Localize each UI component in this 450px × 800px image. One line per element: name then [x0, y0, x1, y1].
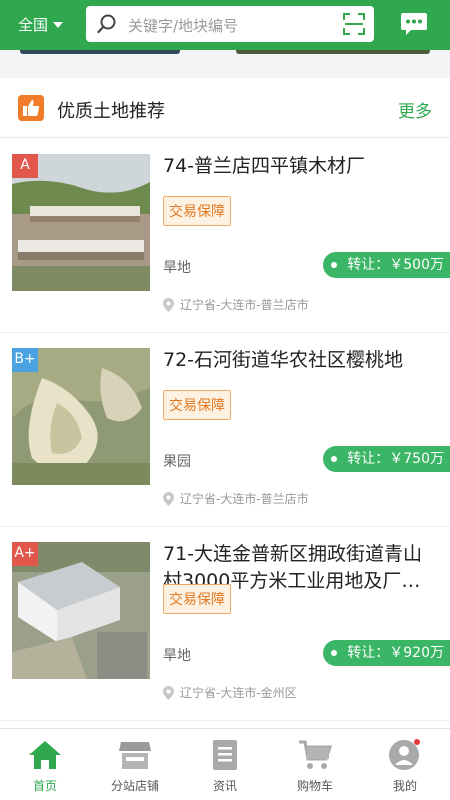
- price-tag: 转让：￥750万: [323, 446, 450, 472]
- price-tag: 转让：￥920万: [323, 640, 450, 666]
- price-tag: 转让：￥500万: [323, 252, 450, 278]
- listing-title[interactable]: 74-普兰店四平镇木材厂: [163, 153, 441, 180]
- tab-home[interactable]: 首页: [0, 737, 90, 794]
- listing-item[interactable]: A 74-普兰店四平镇木材厂 交易保障 旱地 转让：￥500万 辽宁省-大连市-…: [0, 139, 450, 333]
- grade-badge: B+: [12, 348, 38, 372]
- grade-badge: A: [12, 154, 38, 178]
- profile-icon: [389, 739, 420, 770]
- section-title: 优质土地推荐: [57, 101, 165, 122]
- news-icon: [213, 740, 237, 770]
- land-category: 旱地: [163, 648, 191, 664]
- listing-location: 辽宁省-大连市-普兰店市: [163, 490, 309, 507]
- location-text: 辽宁省-大连市-金州区: [180, 686, 297, 700]
- location-pin-icon: [163, 297, 174, 312]
- section-header: 优质土地推荐 更多: [0, 78, 450, 138]
- more-link[interactable]: 更多: [398, 97, 432, 122]
- banner-slide[interactable]: [236, 50, 430, 54]
- search-placeholder: 关键字/地块编号: [128, 17, 239, 35]
- trade-guarantee-badge: 交易保障: [163, 584, 231, 614]
- home-icon: [29, 741, 61, 769]
- bottom-tab-bar: 首页 分站店铺 资讯 购物车 我的: [0, 728, 450, 800]
- listing-item[interactable]: A+ 71-大连金普新区拥政街道青山村3000平方米工业用地及厂… 交易保障 旱…: [0, 527, 450, 721]
- trade-guarantee-badge: 交易保障: [163, 196, 231, 226]
- tab-cart[interactable]: 购物车: [270, 737, 360, 794]
- scan-icon[interactable]: [342, 12, 366, 36]
- trade-guarantee-badge: 交易保障: [163, 390, 231, 420]
- banner-slide[interactable]: [20, 50, 180, 54]
- tab-label: 我的: [392, 779, 417, 793]
- location-text: 辽宁省-大连市-普兰店市: [180, 492, 309, 506]
- land-category: 旱地: [163, 260, 191, 276]
- location-pin-icon: [163, 491, 174, 506]
- tab-store[interactable]: 分站店铺: [90, 737, 180, 794]
- listing-location: 辽宁省-大连市-普兰店市: [163, 296, 309, 313]
- search-box[interactable]: 关键字/地块编号: [86, 6, 374, 42]
- location-text: 辽宁省-大连市-普兰店市: [180, 298, 309, 312]
- tab-profile[interactable]: 我的: [360, 737, 450, 794]
- banner-carousel[interactable]: [0, 50, 450, 62]
- listing-location: 辽宁省-大连市-金州区: [163, 684, 297, 701]
- listing-title[interactable]: 72-石河街道华农社区樱桃地: [163, 347, 441, 374]
- grade-badge: A+: [12, 542, 38, 566]
- tab-label: 资讯: [212, 779, 237, 793]
- location-pin-icon: [163, 685, 174, 700]
- tab-label: 分站店铺: [110, 779, 159, 793]
- message-icon[interactable]: [400, 11, 428, 37]
- top-bar: 全国 关键字/地块编号: [0, 0, 450, 50]
- cart-icon: [299, 740, 332, 769]
- tab-label: 首页: [32, 779, 57, 793]
- caret-down-icon: [53, 21, 64, 28]
- region-label: 全国: [18, 16, 49, 34]
- thumbs-up-icon: [18, 95, 44, 121]
- tab-news[interactable]: 资讯: [180, 737, 270, 794]
- tab-label: 购物车: [296, 779, 333, 793]
- region-selector[interactable]: 全国: [18, 14, 64, 35]
- listing-item[interactable]: B+ 72-石河街道华农社区樱桃地 交易保障 果园 转让：￥750万 辽宁省-大…: [0, 333, 450, 527]
- recommended-land-section: 优质土地推荐 更多 A 74-普兰店四平镇木材厂 交易保障 旱地 转让：￥500…: [0, 78, 450, 800]
- search-icon: [97, 14, 116, 34]
- land-category: 果园: [163, 454, 191, 470]
- store-icon: [119, 742, 151, 769]
